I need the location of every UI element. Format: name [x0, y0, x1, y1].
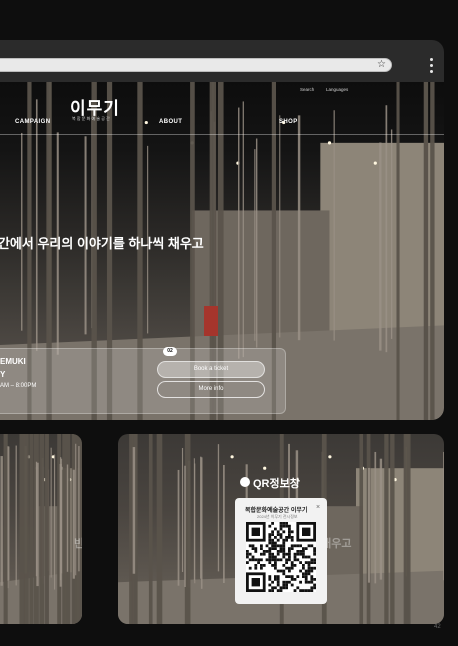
- book-ticket-button[interactable]: Book a ticket: [157, 361, 265, 378]
- languages-link[interactable]: Languages: [326, 87, 348, 92]
- qr-popup: 복합문화예술공간 이무기 × 2024년 이무기 전시정보: [235, 498, 327, 604]
- step-badge: 02: [163, 347, 177, 356]
- qr-section-title: QR정보창: [240, 475, 300, 491]
- header-divider: [0, 134, 444, 135]
- nav-campaign[interactable]: CAMPAIGN: [15, 119, 50, 125]
- browser-window: ☆ Search Languages 이무기 복합문화예술공간 CAMPAIGN…: [0, 40, 444, 420]
- qr-code-image[interactable]: [246, 522, 316, 592]
- kebab-menu-icon[interactable]: [429, 58, 433, 74]
- nav-shop[interactable]: SHOP: [279, 119, 298, 125]
- address-bar[interactable]: [0, 58, 392, 72]
- qr-popup-subtitle: 2024년 이무기 전시정보: [257, 514, 298, 519]
- hero-title: 공간에서 우리의 이야기를 하나씩 채우고: [0, 236, 204, 251]
- website-viewport: Search Languages 이무기 복합문화예술공간 CAMPAIGN A…: [0, 82, 444, 420]
- opening-day: Y: [0, 370, 6, 379]
- qr-popup-title: 복합문화예술공간 이무기: [245, 508, 308, 514]
- venue-name: EMUKI: [0, 357, 26, 366]
- site-header: Search Languages 이무기 복합문화예술공간 CAMPAIGN A…: [0, 82, 444, 138]
- opening-hours: AM – 8:00PM: [0, 383, 37, 389]
- site-logo-subtitle: 복합문화예술공간: [72, 116, 112, 121]
- qr-card: 씩 채우고 QR정보창 복합문화예술공간 이무기 × 2024년 이무기 전시정…: [118, 434, 444, 624]
- preview-card-left: 빈 공간에: [0, 434, 82, 624]
- close-icon[interactable]: ×: [316, 504, 320, 511]
- slide: ☆ Search Languages 이무기 복합문화예술공간 CAMPAIGN…: [0, 0, 458, 646]
- search-link[interactable]: Search: [300, 87, 314, 92]
- faded-caption-left: 빈 공간에: [74, 538, 82, 550]
- star-icon[interactable]: ☆: [377, 60, 386, 70]
- page-number: 42: [434, 624, 441, 630]
- qr-section-title-text: QR정보창: [253, 478, 300, 490]
- more-info-button[interactable]: More info: [157, 381, 265, 398]
- nav-about[interactable]: ABOUT: [159, 119, 182, 125]
- card-left-image: [0, 434, 82, 624]
